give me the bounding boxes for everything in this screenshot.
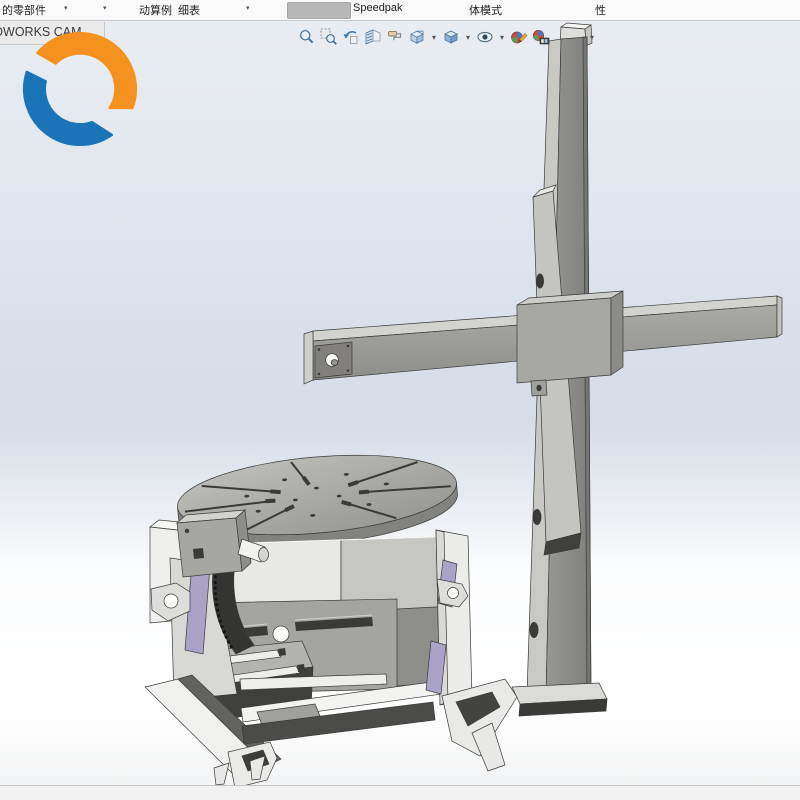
zoom-to-area-button[interactable]: [320, 28, 338, 46]
display-style-icon: [442, 28, 460, 46]
heads-up-view-toolbar: ▾ ▾ ▾: [298, 27, 596, 47]
chevron-down-icon[interactable]: ▾: [103, 4, 107, 12]
logo-orange-arc: [37, 33, 136, 108]
right-base-foot[interactable]: [442, 679, 517, 771]
cmd-item-bom[interactable]: 细表: [178, 2, 200, 18]
cmd-item-speedpak[interactable]: Speedpak: [353, 2, 403, 14]
logo-blue-arc: [24, 72, 112, 145]
display-style-button[interactable]: [442, 28, 460, 46]
cmd-item-large-assembly-mode[interactable]: 体模式: [469, 2, 502, 18]
chevron-down-icon[interactable]: ▾: [464, 33, 472, 42]
previous-view-icon: [342, 28, 360, 46]
chevron-down-icon[interactable]: ▾: [430, 33, 438, 42]
apply-scene-icon: [532, 28, 550, 46]
cmd-item-components[interactable]: 的零部件: [2, 2, 46, 18]
view-orientation-button[interactable]: [408, 28, 426, 46]
solidworks-window: 的零部件 ▾ ▾ 动算例 细表 ▾ Speedpak 体模式 性 DWORKS …: [0, 0, 800, 800]
hide-show-items-icon: [476, 28, 494, 46]
section-view-button[interactable]: [364, 28, 382, 46]
chevron-down-icon[interactable]: ▾: [498, 33, 506, 42]
chevron-down-icon[interactable]: ▾: [246, 4, 250, 12]
command-manager-bar: 的零部件 ▾ ▾ 动算例 细表 ▾ Speedpak 体模式 性: [0, 0, 800, 21]
view-orientation-icon: [408, 28, 426, 46]
status-bar: [0, 785, 800, 800]
column-base-plate[interactable]: [512, 683, 607, 716]
cmd-item-motion-study[interactable]: 动算例: [139, 2, 172, 18]
graphics-viewport[interactable]: DWORKS CAM: [0, 21, 800, 785]
watermark-swirl-logo: [8, 25, 158, 175]
edit-appearance-button[interactable]: [510, 28, 528, 46]
hide-show-items-button[interactable]: [476, 28, 494, 46]
zoom-to-fit-button[interactable]: [298, 28, 316, 46]
apply-scene-button[interactable]: [532, 28, 550, 46]
dynamic-annotation-views-button[interactable]: [386, 28, 404, 46]
disabled-toolbar-button[interactable]: [287, 2, 351, 19]
chevron-down-icon[interactable]: ▾: [64, 4, 68, 12]
cmd-item-properties[interactable]: 性: [595, 2, 606, 18]
welding-positioner[interactable]: [145, 445, 517, 785]
zoom-to-area-icon: [320, 28, 338, 46]
section-view-icon: [364, 28, 382, 46]
dynamic-annotation-views-icon: [386, 28, 404, 46]
chevron-down-icon[interactable]: ▾: [588, 33, 596, 42]
previous-view-button[interactable]: [342, 28, 360, 46]
zoom-to-fit-icon: [298, 28, 316, 46]
edit-appearance-icon: [510, 28, 528, 46]
